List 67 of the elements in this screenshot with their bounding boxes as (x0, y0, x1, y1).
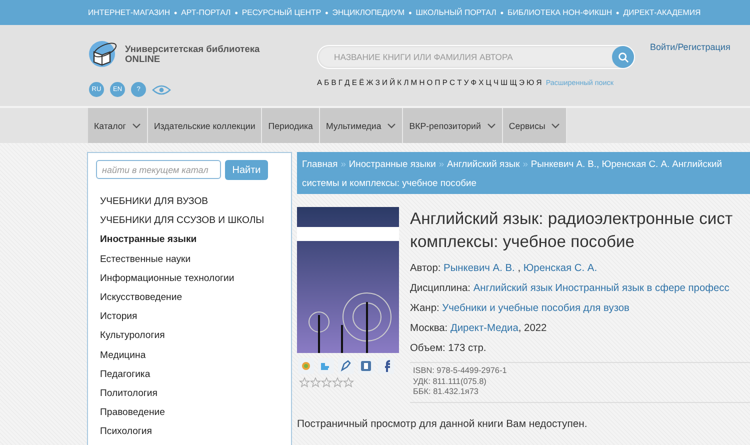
catalog-category-link[interactable]: Иностранные языки (96, 230, 291, 250)
detail-link[interactable]: Учебники и учебные пособия для вузов (442, 303, 630, 314)
chevron-down-icon (132, 122, 141, 128)
book-code: УДК: 811.111(075.8) (413, 376, 488, 387)
detail-link[interactable]: Юренская С. А. (523, 263, 598, 274)
search-icon (618, 52, 628, 62)
star-icon[interactable] (332, 377, 343, 388)
book-detail: Объем: 173 стр. (410, 342, 488, 356)
book-code: ISBN: 978-5-4499-2976-1 (413, 366, 508, 376)
library-logo-text[interactable]: Университетская библиотека ONLINE (125, 44, 260, 64)
bullet-separator: • (174, 8, 178, 18)
nav-menu-item[interactable]: Мультимедиа (320, 108, 404, 143)
bullet-separator: • (500, 8, 504, 18)
star-icon[interactable] (343, 377, 354, 388)
star-icon[interactable] (310, 377, 321, 388)
chevron-down-icon (486, 122, 496, 128)
detail-link[interactable]: Директ-Медиа (450, 323, 518, 334)
book-logo-icon[interactable] (88, 40, 118, 68)
chevron-down-icon (551, 122, 560, 128)
eye-icon[interactable] (152, 84, 171, 94)
catalog-category-link[interactable]: Психология (96, 422, 291, 442)
login-separator: / (675, 42, 678, 54)
breadcrumb-separator: » (522, 158, 528, 169)
bullet-separator: • (234, 8, 238, 18)
catalog-category-link[interactable]: Педагогика (96, 364, 291, 384)
sign-in-link[interactable]: Войти (650, 42, 676, 106)
f-icon[interactable] (378, 358, 394, 374)
register-link[interactable]: Регистрация (678, 42, 730, 106)
catalog-category-link[interactable]: УЧЕБНИКИ ДЛЯ ВУЗОВ (96, 192, 291, 212)
book-detail: Жанр: Учебники и учебные пособия для вузов (410, 302, 630, 316)
catalog-category-link[interactable]: Естественные науки (96, 250, 291, 269)
detail-link[interactable]: Английский язык (473, 283, 552, 294)
pencil-icon[interactable] (338, 358, 354, 374)
book-detail: Автор: Рынкевич А. В. , Юренская С. А. (410, 262, 598, 276)
nav-menu-item[interactable]: Сервисы (502, 108, 568, 143)
detail-link[interactable]: Рынкевич А. В. (444, 263, 515, 274)
catalog-category-link[interactable]: Искусствоведение (96, 288, 291, 308)
breadcrumb-separator: » (340, 158, 346, 169)
breadcrumb-separator: » (438, 158, 444, 169)
nav-menu-item[interactable]: ВКР-репозиторий (403, 108, 503, 143)
bullet-separator: • (325, 8, 328, 18)
nav-menu-item[interactable]: Периодика (262, 108, 320, 143)
search-input[interactable]: НАЗВАНИЕ КНИГИ ИЛИ ФАМИЛИЯ АВТОРА (332, 51, 596, 63)
catalog-category-link[interactable]: УЧЕБНИКИ ДЛЯ ССУЗОВ И ШКОЛЫ (96, 211, 291, 230)
catalog-category-link[interactable]: История (96, 307, 291, 326)
detail-link[interactable]: Иностранный язык в сфере професс (555, 283, 730, 294)
preview-unavailable-notice: Постраничный просмотр для данной книги Вам недоступен. (297, 418, 588, 430)
star-icon[interactable] (321, 377, 332, 388)
catalog-category-link[interactable]: Медицина (96, 346, 291, 365)
search-field[interactable]: НАЗВАНИЕ КНИГИ ИЛИ ФАМИЛИЯ АВТОРА (317, 45, 635, 69)
catalog-category-link[interactable]: Информационные технологии (96, 268, 291, 288)
star-icon[interactable] (299, 377, 310, 388)
nav-menu-item[interactable]: Каталог (88, 108, 148, 143)
search-button[interactable] (612, 46, 634, 68)
catalog-category-link[interactable]: Правоведение (96, 403, 291, 422)
bullet-separator: • (408, 8, 412, 18)
book-detail: Москва: Директ-Медиа, 2022 (410, 322, 548, 336)
catalog-category-link[interactable]: Культурология (96, 326, 291, 346)
catalog-search-field[interactable]: найти в текущем катал (96, 160, 221, 179)
book-title: Английский язык: радиоэлектронные сист комплексы: учебное пособие (410, 208, 734, 253)
book-detail: Дисциплина: Английский язык Иностранный язык в сфере професс (410, 282, 730, 296)
book-code: ББК: 81.432.1я73 (413, 387, 480, 398)
chevron-down-icon (387, 122, 396, 128)
square-icon[interactable] (358, 358, 374, 374)
catalog-category-link[interactable]: Политология (96, 384, 291, 404)
nav-menu-item[interactable]: Издательские коллекции (148, 108, 262, 143)
bullet-separator: • (616, 8, 620, 18)
